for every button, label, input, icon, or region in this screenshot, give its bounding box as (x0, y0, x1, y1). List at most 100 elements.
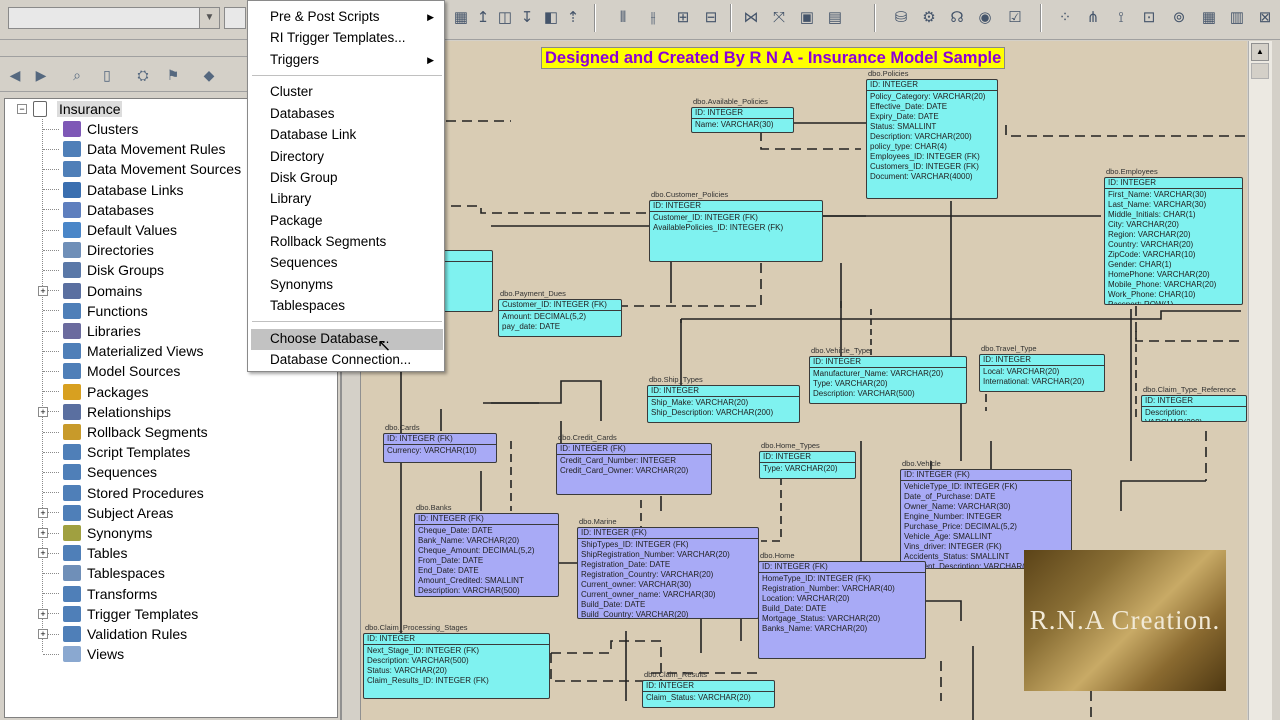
tree-item-subject-areas[interactable]: Subject Areas (43, 503, 173, 523)
entity-dbo-employees[interactable]: ID: INTEGER First_Name: VARCHAR(30) Last_… (1104, 177, 1243, 305)
expand-toggle[interactable]: + (38, 507, 48, 518)
menu-item-directory[interactable]: Directory (270, 147, 324, 167)
fit-icon[interactable]: ▤ (824, 6, 846, 28)
tree-item-clusters[interactable]: Clusters (43, 119, 138, 139)
entity-dbo-banks[interactable]: ID: INTEGER (FK) Cheque_Date: DATE Bank_N… (414, 513, 559, 597)
tree-item-domains[interactable]: Domains (43, 281, 142, 301)
tree-item-disk-groups[interactable]: Disk Groups (43, 260, 164, 280)
align-bottom-icon[interactable]: ⫲ (642, 6, 664, 28)
scroll-up-arrow-icon[interactable]: ▲ (1251, 43, 1269, 61)
tree-item-script-templates[interactable]: Script Templates (43, 442, 190, 462)
tree-item-validation-rules[interactable]: Validation Rules (43, 624, 187, 644)
tree-item-rollback-segments[interactable]: Rollback Segments (43, 422, 208, 442)
tree-item-materialized-views[interactable]: Materialized Views (43, 341, 203, 361)
menu-item-sequences[interactable]: Sequences (270, 253, 338, 273)
menu-item-library[interactable]: Library (270, 189, 311, 209)
menu-item-cluster[interactable]: Cluster (270, 82, 313, 102)
entity-dbo-customer-policies[interactable]: ID: INTEGER Customer_ID: INTEGER (FK) Ava… (649, 200, 823, 262)
move-up-icon[interactable]: ↥ (472, 6, 494, 28)
entity-dbo-claim-type-reference[interactable]: ID: INTEGERDescription: VARCHAR(200) (1141, 395, 1247, 422)
forward-icon[interactable]: ▶ (30, 64, 52, 86)
model-selector-combo[interactable]: ▼ (8, 7, 220, 29)
binoculars-icon[interactable]: ⛭ (132, 64, 154, 86)
tree-item-synonyms[interactable]: Synonyms (43, 523, 152, 543)
tag-icon[interactable]: ◆ (198, 64, 220, 86)
tree-layout-icon[interactable]: ⟟ (1110, 6, 1132, 28)
expand-nodes-icon[interactable]: ⁘ (1054, 6, 1076, 28)
align-top-icon[interactable]: ⫴ (612, 6, 634, 28)
delete-icon[interactable]: ▯ (96, 64, 118, 86)
entity-dbo-cards[interactable]: ID: INTEGER (FK) Currency: VARCHAR(10) (383, 433, 497, 463)
entity-dbo-payment-dues[interactable]: Customer_ID: INTEGER (FK) Amount: DECIMAL… (498, 299, 622, 337)
scroll-thumb[interactable] (1251, 63, 1269, 79)
tree-item-transforms[interactable]: Transforms (43, 584, 157, 604)
circular-layout-icon[interactable]: ⊚ (1168, 6, 1190, 28)
tree-item-sequences[interactable]: Sequences (43, 462, 157, 482)
zoom-layout-icon[interactable]: ⊠ (1254, 6, 1276, 28)
menu-item-disk-group[interactable]: Disk Group (270, 168, 338, 188)
expand-toggle[interactable]: + (38, 629, 48, 639)
menu-item-package[interactable]: Package (270, 211, 323, 231)
grid-layout-icon[interactable]: ▦ (1198, 6, 1220, 28)
tree-item-tables[interactable]: Tables (43, 543, 127, 563)
collapse-icon[interactable]: ⊡ (1138, 6, 1160, 28)
entity-dbo-available-policies[interactable]: ID: INTEGER Name: VARCHAR(30) (691, 107, 794, 133)
menu-item-pre-post-scripts[interactable]: Pre & Post Scripts (270, 7, 380, 27)
expand-toggle[interactable]: + (38, 608, 48, 619)
menu-item-rollback-segments[interactable]: Rollback Segments (270, 232, 386, 252)
checklist-icon[interactable]: ☑ (1004, 6, 1026, 28)
tree-root-insurance[interactable]: Insurance (33, 99, 123, 119)
layer-icon[interactable]: ◧ (540, 6, 562, 28)
tree-item-stored-procedures[interactable]: Stored Procedures (43, 483, 204, 503)
entity-dbo-vehicle-type[interactable]: ID: INTEGER Manufacturer_Name: VARCHAR(20… (809, 356, 967, 404)
tree-item-tablespaces[interactable]: Tablespaces (43, 563, 165, 583)
headset-icon[interactable]: ☊ (946, 6, 968, 28)
entity-dbo-marine[interactable]: ID: INTEGER (FK) ShipTypes_ID: INTEGER (F… (577, 527, 759, 619)
resize-icon[interactable]: ▣ (796, 6, 818, 28)
expand-toggle[interactable]: + (38, 406, 48, 417)
tree-item-relationships[interactable]: Relationships (43, 402, 171, 422)
diagram-vertical-scrollbar[interactable]: ▲ (1248, 41, 1272, 720)
entity-dbo-home-types[interactable]: ID: INTEGER Type: VARCHAR(20) (759, 451, 856, 479)
er-diagram-canvas[interactable]: Designed and Created By R N A - Insuranc… (361, 41, 1247, 720)
back-icon[interactable]: ◀ (4, 64, 26, 86)
entity-dbo-home[interactable]: ID: INTEGER (FK) HomeType_ID: INTEGER (FK… (758, 561, 926, 659)
secondary-combo[interactable] (224, 7, 246, 29)
distribute-icon[interactable]: ⊟ (700, 6, 722, 28)
entity-dbo-travel-type[interactable]: ID: INTEGER Local: VARCHAR(20) Internatio… (979, 354, 1105, 392)
entity-dbo-ship-types[interactable]: ID: INTEGER Ship_Make: VARCHAR(20) Ship_D… (647, 385, 800, 423)
tree-item-databases[interactable]: Databases (43, 200, 154, 220)
expand-toggle[interactable]: + (38, 548, 48, 559)
tree-item-database-links[interactable]: Database Links (43, 180, 184, 200)
collapse-toggle[interactable]: − (17, 104, 27, 114)
database-connect-icon[interactable]: ⛁ (890, 6, 912, 28)
orthogonal-layout-icon[interactable]: ▥ (1226, 6, 1248, 28)
find-icon[interactable]: ⌕ (66, 64, 88, 86)
settings-icon[interactable]: ⚙ (918, 6, 940, 28)
join-icon[interactable]: ⋈ (740, 6, 762, 28)
entity-dbo-credit-cards[interactable]: ID: INTEGER (FK) Credit_Card_Number: INTE… (556, 443, 712, 495)
menu-item-synonyms[interactable]: Synonyms (270, 275, 333, 295)
tree-item-views[interactable]: Views (43, 644, 124, 664)
chevron-down-icon[interactable]: ▼ (199, 8, 219, 28)
tree-item-default-values[interactable]: Default Values (43, 220, 177, 240)
tree-item-packages[interactable]: Packages (43, 382, 148, 402)
split-icon[interactable]: ⤧ (768, 6, 790, 28)
menu-item-ri-trigger-templates[interactable]: RI Trigger Templates... (270, 28, 406, 48)
tree-item-data-movement-sources[interactable]: Data Movement Sources (43, 159, 241, 179)
bookmark-icon[interactable]: ⚑ (162, 64, 184, 86)
arrange-icon[interactable]: ◫ (494, 6, 516, 28)
tree-item-data-movement-rules[interactable]: Data Movement Rules (43, 139, 226, 159)
entity-dbo-claim-results[interactable]: ID: INTEGER Claim_Status: VARCHAR(20) (642, 680, 775, 708)
menu-item-tablespaces[interactable]: Tablespaces (270, 296, 345, 316)
align-tool-icon[interactable]: ▦ (450, 6, 472, 28)
expand-toggle[interactable]: + (38, 285, 48, 296)
entity-dbo-policies[interactable]: ID: INTEGER Policy_Category: VARCHAR(20) … (866, 79, 998, 199)
menu-item-triggers[interactable]: Triggers (270, 50, 319, 70)
expand-toggle[interactable]: + (38, 528, 48, 538)
menu-item-database-link[interactable]: Database Link (270, 125, 356, 145)
tree-item-directories[interactable]: Directories (43, 240, 154, 260)
tree-item-functions[interactable]: Functions (43, 301, 148, 321)
move-down-icon[interactable]: ↧ (516, 6, 538, 28)
bring-forward-icon[interactable]: ⇡ (562, 6, 584, 28)
